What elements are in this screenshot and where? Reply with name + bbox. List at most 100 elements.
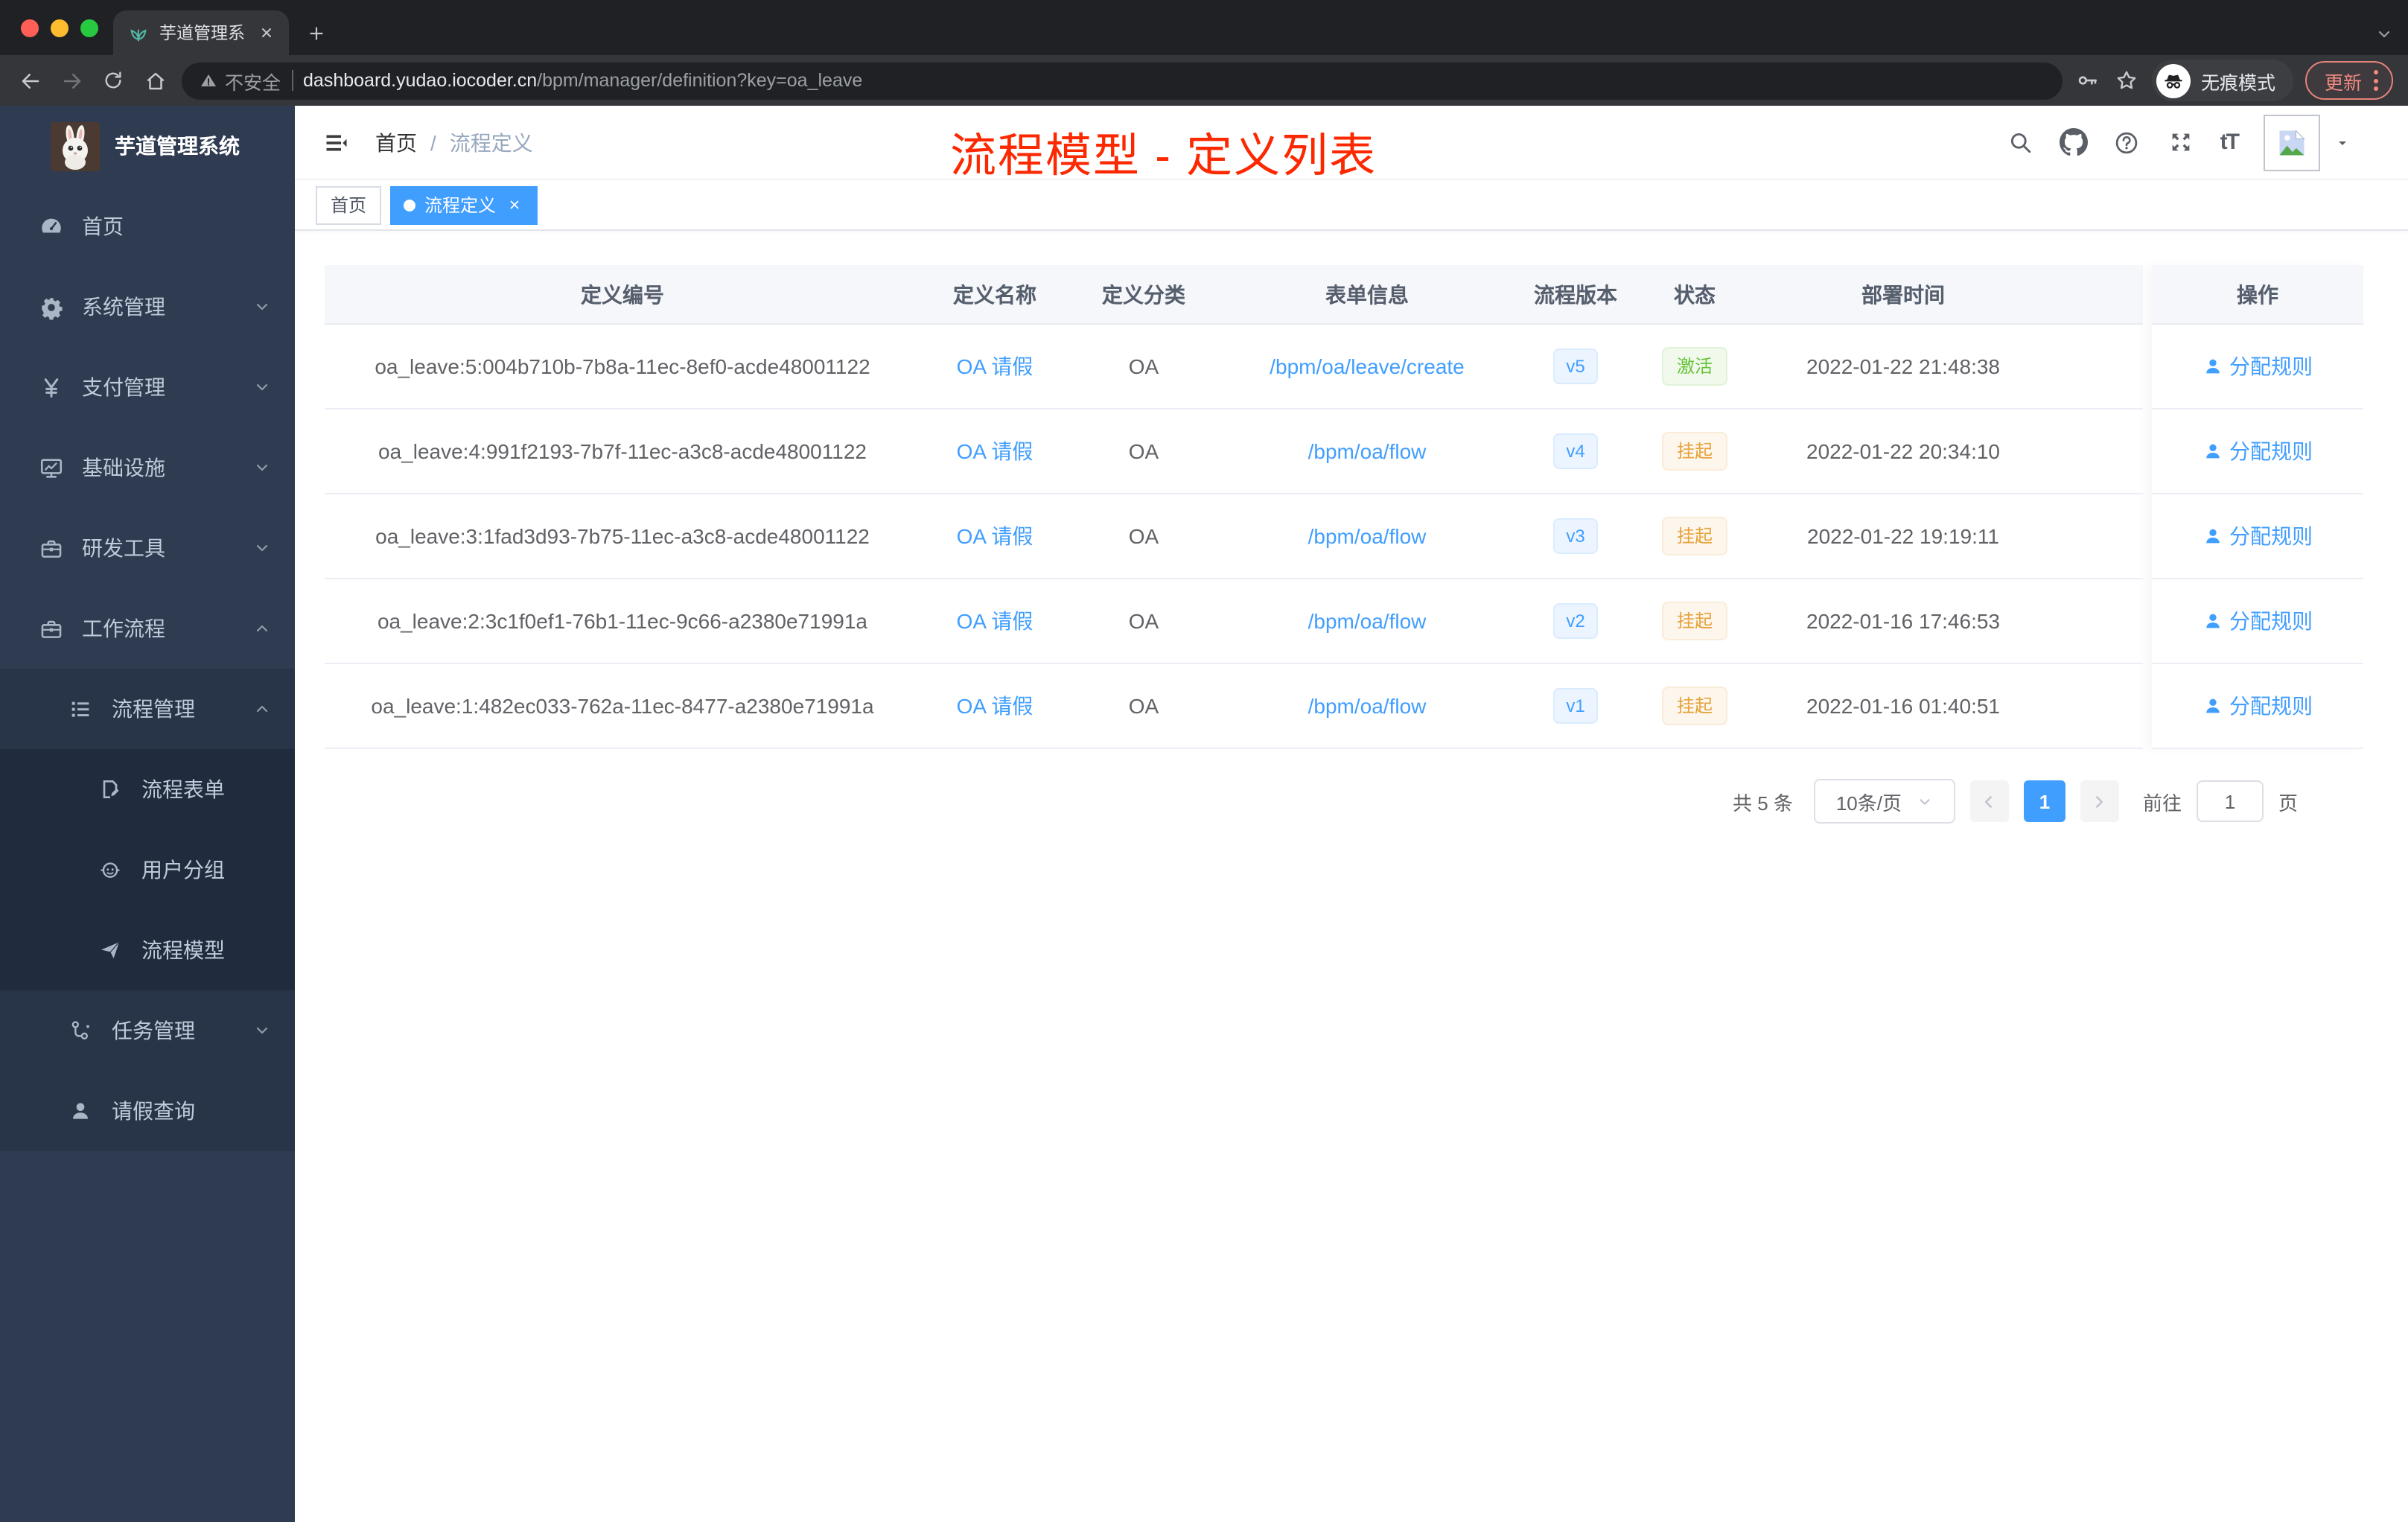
assign-rule-link[interactable]: 分配规则 [2202,351,2313,381]
tab-close-icon[interactable] [256,22,277,43]
form-link[interactable]: /bpm/oa/flow [1308,439,1427,463]
tag-close-icon[interactable] [505,195,524,214]
update-button[interactable]: 更新 [2305,61,2393,100]
sidebar-item-payment[interactable]: 支付管理 [0,347,295,427]
status-badge: 激活 [1661,347,1727,386]
security-warning[interactable]: 不安全 [200,66,281,95]
breadcrumb-current: 流程定义 [449,130,533,154]
deploy-time: 2022-01-16 01:40:51 [1806,694,2000,718]
definition-id: oa_leave:3:1fad3d93-7b75-11ec-a3c8-acde4… [375,524,870,548]
url-domain: dashboard.yudao.iocoder.cn [303,70,538,91]
fullscreen-icon[interactable] [2167,128,2195,156]
page-size-select[interactable]: 10条/页 [1813,779,1955,824]
pagination-total: 共 5 条 [1733,792,1793,814]
form-link[interactable]: /bpm/oa/flow [1308,694,1427,718]
sidebar-item-task-management[interactable]: 任务管理 [0,990,295,1071]
prev-page-button[interactable] [1969,780,2009,822]
sidebar-logo[interactable]: 芋道管理系统 [0,106,295,186]
fixed-column-gap [2143,265,2152,749]
definition-name-link[interactable]: OA 请假 [957,351,1033,381]
deploy-time: 2022-01-22 21:48:38 [1806,354,2000,378]
assign-rule-label: 分配规则 [2229,609,2313,633]
security-warning-label: 不安全 [225,72,281,93]
close-window-button[interactable] [21,19,39,36]
table-row: oa_leave:2:3c1f0ef1-76b1-11ec-9c66-a2380… [325,579,2143,664]
sidebar-item-label: 支付管理 [82,375,165,399]
sidebar-collapse-icon[interactable] [322,127,351,157]
assign-rule-link[interactable]: 分配规则 [2202,691,2313,721]
pagination: 共 5 条 10条/页 1 前往 页 [325,779,2365,824]
forward-icon[interactable] [57,66,86,95]
page-content: 定义编号 定义名称 定义分类 表单信息 流程版本 状态 部署时间 oa_leav… [295,231,2408,1522]
sidebar-item-system[interactable]: 系统管理 [0,267,295,347]
yen-icon [37,374,64,401]
browser-tab-strip: 芋道管理系统 [0,0,2408,55]
back-icon[interactable] [15,66,45,95]
monitor-icon [37,454,64,481]
sidebar-item-home[interactable]: 首页 [0,186,295,267]
sidebar-item-label: 流程模型 [141,938,225,962]
caret-down-icon[interactable] [2334,133,2351,151]
browser-menu-dots-icon[interactable] [2374,70,2378,91]
avatar[interactable] [2264,114,2320,171]
search-icon[interactable] [2006,128,2034,156]
sidebar-item-process-form[interactable]: 流程表单 [0,749,295,830]
assign-rule-link[interactable]: 分配规则 [2202,436,2313,466]
tab-search-chevron-icon[interactable] [2375,25,2393,43]
assign-rule-link[interactable]: 分配规则 [2202,521,2313,551]
sidebar-item-process-management[interactable]: 流程管理 [0,669,295,749]
password-key-icon[interactable] [2074,67,2101,94]
incognito-icon [2156,63,2191,98]
new-tab-button[interactable] [298,15,334,51]
reload-icon[interactable] [98,66,128,95]
browser-tab[interactable]: 芋道管理系统 [113,10,289,55]
assign-rule-link[interactable]: 分配规则 [2202,606,2313,636]
list-icon [67,695,94,722]
definition-name-link[interactable]: OA 请假 [957,436,1033,466]
form-link[interactable]: /bpm/oa/flow [1308,609,1427,633]
goto-page-input[interactable] [2196,780,2264,822]
next-page-button[interactable] [2080,780,2119,822]
definition-name-link[interactable]: OA 请假 [957,691,1033,721]
bookmark-star-icon[interactable] [2113,67,2140,94]
form-link[interactable]: /bpm/oa/flow [1308,524,1427,548]
status-badge: 挂起 [1661,432,1727,471]
address-bar[interactable]: 不安全 dashboard.yudao.iocoder.cn/bpm/manag… [182,62,2063,99]
font-size-icon[interactable]: tT [2220,130,2240,155]
chevron-up-icon [253,620,271,637]
home-icon[interactable] [140,66,170,95]
form-link[interactable]: /bpm/oa/leave/create [1270,354,1465,378]
breadcrumb-home[interactable]: 首页 [375,127,417,157]
goto-label: 前往 [2142,792,2182,814]
table-row: oa_leave:5:004b710b-7b8a-11ec-8ef0-acde4… [325,325,2143,410]
github-icon[interactable] [2060,128,2088,156]
chevron-down-icon [253,1022,271,1039]
tag-process-definition[interactable]: 流程定义 [390,185,538,224]
version-badge: v2 [1553,603,1598,639]
page-unit-label: 页 [2278,792,2298,814]
paper-plane-icon [97,937,124,964]
definition-name-link[interactable]: OA 请假 [957,606,1033,636]
update-label: 更新 [2324,72,2362,93]
current-page-button[interactable]: 1 [2023,780,2065,822]
question-icon[interactable] [2113,128,2141,156]
incognito-label: 无痕模式 [2200,72,2275,93]
sidebar-item-devtools[interactable]: 研发工具 [0,508,295,588]
definition-name-link[interactable]: OA 请假 [957,521,1033,551]
sidebar-item-leave-query[interactable]: 请假查询 [0,1071,295,1151]
minimize-window-button[interactable] [51,19,69,36]
sidebar-item-label: 流程表单 [141,777,225,801]
assign-rule-label: 分配规则 [2229,354,2313,378]
sidebar-item-label: 请假查询 [112,1099,195,1123]
sidebar-item-workflow[interactable]: 工作流程 [0,588,295,669]
tag-home[interactable]: 首页 [316,185,382,224]
version-badge: v3 [1553,518,1598,554]
sidebar-item-process-model[interactable]: 流程模型 [0,910,295,990]
favicon-sprout-icon [128,22,149,43]
sidebar-item-user-group[interactable]: 用户分组 [0,830,295,910]
sidebar-item-label: 工作流程 [82,617,165,640]
zoom-window-button[interactable] [80,19,98,36]
col-header-category: 定义分类 [1102,282,1185,306]
briefcase-icon [37,615,64,642]
sidebar-item-infrastructure[interactable]: 基础设施 [0,427,295,508]
